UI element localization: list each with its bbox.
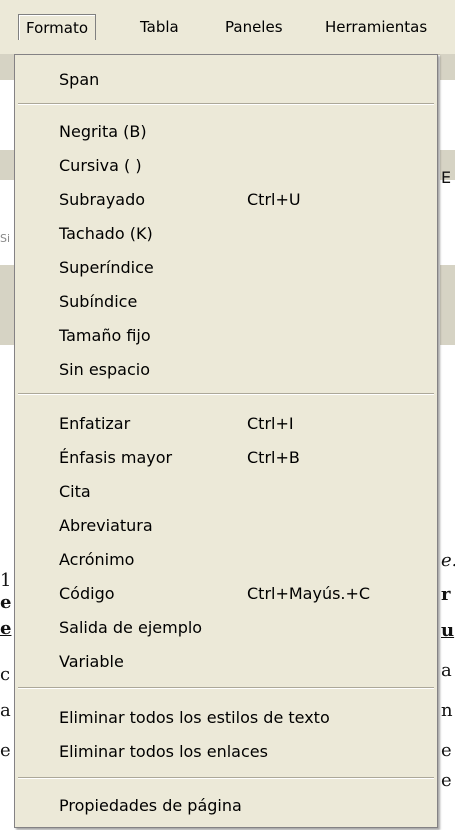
menu-item-label: Superíndice [59, 258, 154, 277]
menu-item-label: Abreviatura [59, 516, 153, 535]
menu-item-negrita[interactable]: Negrita (B) [15, 115, 437, 149]
menu-item-label: Cita [59, 482, 91, 501]
bg-fragment: a [0, 700, 11, 721]
menu-item-shortcut: Ctrl+Mayús.+C [247, 584, 371, 603]
menu-item-label: Eliminar todos los enlaces [59, 742, 268, 761]
bg-fragment: e. [441, 550, 455, 571]
menu-item-label: Acrónimo [59, 550, 135, 569]
bg-fragment: e [0, 618, 12, 639]
bg-fragment: r [441, 584, 451, 605]
menu-item-propiedades-de-pagina[interactable]: Propiedades de página [15, 789, 437, 823]
formato-dropdown-menu: Span Negrita (B) Cursiva ( ) Subrayado C… [14, 54, 438, 828]
menu-item-label: Énfasis mayor [59, 448, 173, 467]
toolbar-right-edge [440, 265, 455, 345]
menu-item-label: Subíndice [59, 292, 138, 311]
menu-item-label: Cursiva ( ) [59, 156, 142, 175]
bg-fragment: E [441, 168, 452, 187]
menu-item-label: Tachado (K) [59, 224, 153, 243]
bg-fragment: n [441, 700, 453, 721]
menu-item-label: Sin espacio [59, 360, 150, 379]
menu-separator [18, 103, 434, 105]
menu-item-superindice[interactable]: Superíndice [15, 251, 437, 285]
toolbar-right-edge [440, 54, 455, 80]
menu-separator [18, 777, 434, 779]
bg-fragment: e [0, 592, 12, 613]
menu-item-label: Propiedades de página [59, 796, 242, 815]
menu-separator [18, 687, 434, 689]
menu-item-label: Variable [59, 652, 124, 671]
menu-item-enfatizar[interactable]: Enfatizar Ctrl+I [15, 407, 437, 441]
menu-item-cursiva[interactable]: Cursiva ( ) [15, 149, 437, 183]
menu-item-enfasis-mayor[interactable]: Énfasis mayor Ctrl+B [15, 441, 437, 475]
bg-fragment: c [0, 664, 11, 685]
menu-item-span[interactable]: Span [15, 63, 437, 97]
bg-fragment: e [441, 740, 452, 761]
menu-formato[interactable]: Formato [18, 14, 97, 40]
menu-item-shortcut: Ctrl+I [247, 414, 294, 433]
menu-item-shortcut: Ctrl+U [247, 190, 301, 209]
bg-fragment: e [0, 740, 11, 761]
menu-item-label: Salida de ejemplo [59, 618, 203, 637]
menu-item-shortcut: Ctrl+B [247, 448, 300, 467]
menu-item-abreviatura[interactable]: Abreviatura [15, 509, 437, 543]
menu-item-subindice[interactable]: Subíndice [15, 285, 437, 319]
menu-item-label: Subrayado [59, 190, 146, 209]
menu-item-label: Span [59, 70, 100, 89]
menu-separator [18, 393, 434, 395]
bg-fragment: e [441, 770, 452, 791]
menu-item-codigo[interactable]: Código Ctrl+Mayús.+C [15, 577, 437, 611]
menu-tabla[interactable]: Tabla [133, 14, 186, 40]
menu-item-sin-espacio[interactable]: Sin espacio [15, 353, 437, 387]
bg-fragment: u [441, 620, 455, 641]
bg-fragment: a [441, 660, 452, 681]
menu-item-tamano-fijo[interactable]: Tamaño fijo [15, 319, 437, 353]
menu-item-label: Tamaño fijo [59, 326, 151, 345]
menu-item-tachado[interactable]: Tachado (K) [15, 217, 437, 251]
menu-item-subrayado[interactable]: Subrayado Ctrl+U [15, 183, 437, 217]
menu-item-label: Enfatizar [59, 414, 131, 433]
menu-item-variable[interactable]: Variable [15, 645, 437, 679]
menu-herramientas[interactable]: Herramientas [318, 14, 434, 40]
menu-item-label: Eliminar todos los estilos de texto [59, 708, 330, 727]
menu-item-eliminar-estilos[interactable]: Eliminar todos los estilos de texto [15, 701, 437, 735]
bg-fragment: 1 [0, 570, 12, 591]
menu-item-label: Negrita (B) [59, 122, 147, 141]
menu-item-acronimo[interactable]: Acrónimo [15, 543, 437, 577]
menu-item-cita[interactable]: Cita [15, 475, 437, 509]
menu-paneles[interactable]: Paneles [218, 14, 290, 40]
menu-item-eliminar-enlaces[interactable]: Eliminar todos los enlaces [15, 735, 437, 769]
menubar: Formato Tabla Paneles Herramientas [0, 0, 455, 55]
menu-item-label: Código [59, 584, 115, 603]
menu-item-salida-de-ejemplo[interactable]: Salida de ejemplo [15, 611, 437, 645]
